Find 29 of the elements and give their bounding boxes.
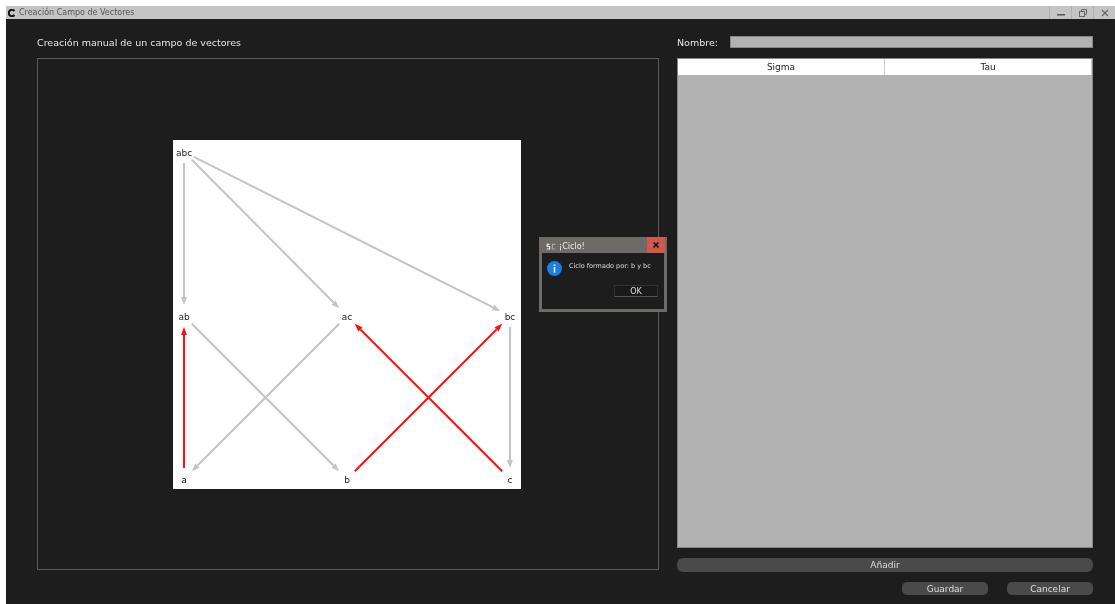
close-icon	[653, 242, 659, 248]
graph-arrow[interactable]	[180, 161, 187, 305]
column-header[interactable]: Sigma	[678, 59, 885, 75]
node-label[interactable]: c	[507, 474, 512, 484]
column-header[interactable]: Tau	[885, 59, 1092, 75]
graph-arrow[interactable]	[180, 326, 187, 469]
node-label[interactable]: bc	[504, 311, 515, 321]
canvas-heading: Creación manual de un campo de vectores	[37, 37, 243, 50]
name-label: Nombre:	[677, 36, 718, 48]
node-label[interactable]: abc	[175, 147, 192, 157]
restore-icon	[1078, 8, 1087, 17]
node-label[interactable]: b	[343, 474, 350, 484]
crossed-arrows-drawing[interactable]	[353, 323, 503, 472]
info-icon	[547, 261, 562, 276]
close-icon	[1100, 8, 1109, 17]
node-label[interactable]: ac	[341, 311, 352, 321]
name-field[interactable]	[729, 36, 1093, 48]
window-title: Creación Campo de Vectores	[19, 8, 136, 17]
cancel-button[interactable]: Cancelar	[1007, 582, 1093, 595]
close-button[interactable]	[647, 237, 665, 253]
app-logo-icon	[546, 242, 556, 250]
node-label[interactable]: ab	[177, 311, 190, 321]
graph-arrow[interactable]	[506, 325, 513, 468]
ok-button[interactable]: OK	[614, 285, 658, 297]
node-label[interactable]: a	[180, 474, 187, 484]
app-logo-icon	[8, 8, 16, 17]
add-button[interactable]: Añadir	[677, 558, 1093, 572]
save-button[interactable]: Guardar	[902, 582, 988, 595]
dialog-title: ¡Ciclo!	[559, 241, 586, 251]
